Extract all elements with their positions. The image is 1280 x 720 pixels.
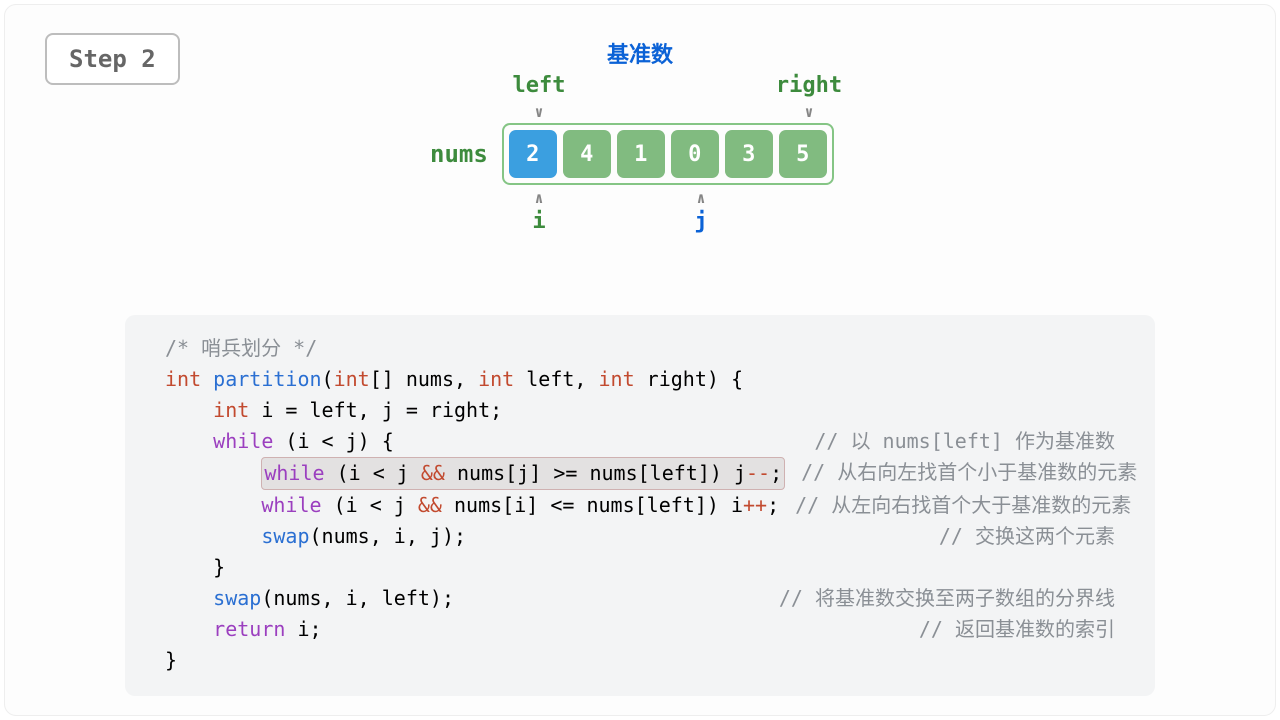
code-swap-outer: swap(nums, i, left); xyxy=(213,586,454,610)
pivot-label: 基准数 xyxy=(430,37,850,69)
nums-row: nums 241035 xyxy=(430,123,850,185)
code-comment-1: // 从右向左找首个小于基准数的元素 xyxy=(785,457,1137,490)
code-inner-while-2: while (i < j && nums[i] <= nums[left]) i… xyxy=(261,493,779,517)
i-pointer-label: i xyxy=(532,209,545,234)
step-label: Step 2 xyxy=(69,45,156,73)
array-cell: 4 xyxy=(563,130,611,178)
code-comment-3: // 交换这两个元素 xyxy=(923,521,1115,552)
top-pointer-row: left right xyxy=(430,73,850,103)
array-cell: 3 xyxy=(725,130,773,178)
code-comment-5: // 返回基准数的索引 xyxy=(903,614,1115,645)
array-cell: 0 xyxy=(671,130,719,178)
arrow-up-icon: ∧ xyxy=(696,189,705,207)
code-inner-while-1-highlight: while (i < j && nums[j] >= nums[left]) j… xyxy=(261,457,785,490)
j-pointer-label: j xyxy=(694,209,707,234)
array-cell: 2 xyxy=(509,130,557,178)
step-badge: Step 2 xyxy=(45,33,180,85)
code-block: /* 哨兵划分 */ int partition(int[] nums, int… xyxy=(125,315,1155,696)
code-brace-close-inner: } xyxy=(213,555,225,579)
code-decl: i = left, j = right; xyxy=(249,398,502,422)
code-while-outer: while (i < j) { xyxy=(213,429,394,453)
code-swap-inner: swap(nums, i, j); xyxy=(261,524,466,548)
code-return-rest: i; xyxy=(285,617,321,641)
code-comment-4: // 将基准数交换至两子数组的分界线 xyxy=(763,583,1115,614)
arrow-down-icon: ∨ xyxy=(804,103,813,121)
code-comment-header: /* 哨兵划分 */ xyxy=(165,336,317,360)
code-params: (int[] nums, int left, int right) { xyxy=(322,367,743,391)
arrow-up-icon: ∧ xyxy=(534,189,543,207)
diagram-canvas: Step 2 基准数 left right ∨ ∨ nums 241035 ∧ … xyxy=(4,4,1276,716)
code-brace-close: } xyxy=(165,648,177,672)
array-boxes: 241035 xyxy=(502,123,834,185)
arrow-down-icon: ∨ xyxy=(534,103,543,121)
code-return-kw: return xyxy=(213,617,285,641)
code-fn-name: partition xyxy=(213,367,321,391)
code-kw-int: int xyxy=(213,398,249,422)
code-comment-2: // 从左向右找首个大于基准数的元素 xyxy=(779,490,1131,521)
array-cell: 5 xyxy=(779,130,827,178)
array-cell: 1 xyxy=(617,130,665,178)
bottom-pointer-row: i j xyxy=(430,209,850,239)
top-arrow-row: ∨ ∨ xyxy=(430,103,850,123)
left-pointer-label: left xyxy=(513,73,566,98)
code-comment-0: // 以 nums[left] 作为基准数 xyxy=(798,426,1115,457)
nums-label: nums xyxy=(430,140,488,168)
bottom-arrow-row: ∧ ∧ xyxy=(430,189,850,209)
code-return-type: int xyxy=(165,367,201,391)
array-visualization: 基准数 left right ∨ ∨ nums 241035 ∧ ∧ i xyxy=(430,37,850,239)
right-pointer-label: right xyxy=(776,73,842,98)
